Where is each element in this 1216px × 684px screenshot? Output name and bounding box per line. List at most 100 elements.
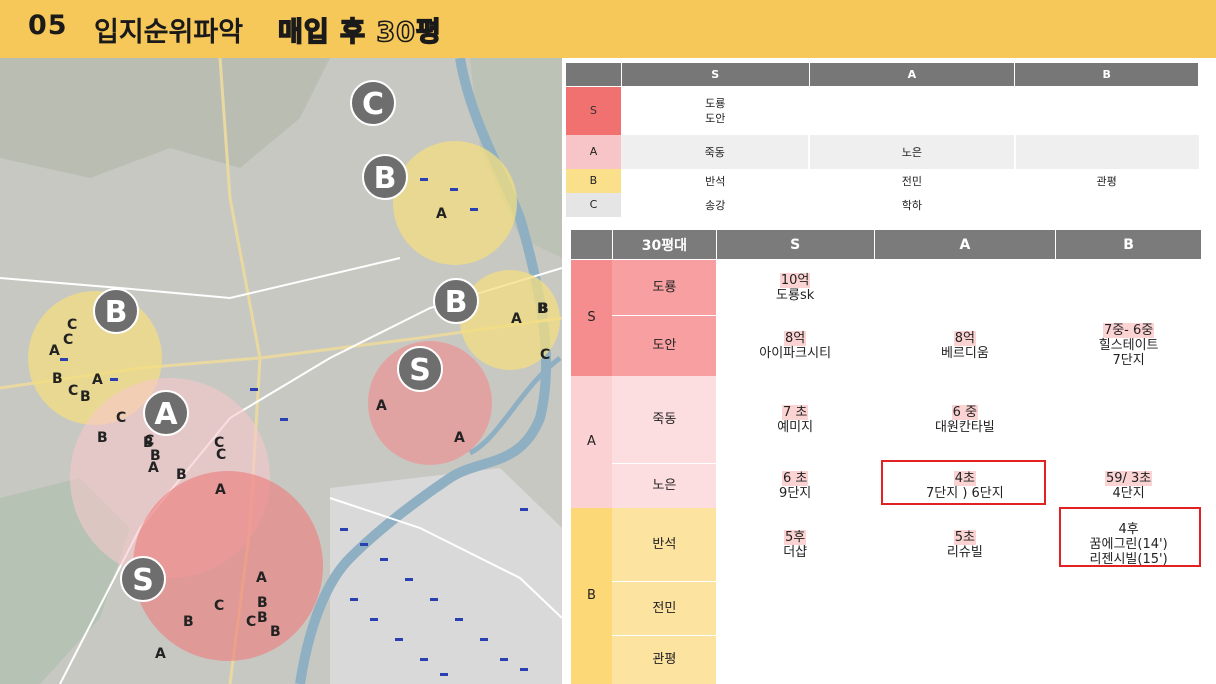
grade-table-cell: 전민 — [901, 174, 923, 188]
page-subtitle: 매입 후 30평 — [277, 16, 442, 49]
grade-table-header-cell: S — [620, 62, 810, 87]
map-pin: A — [49, 343, 60, 359]
map-pin: A — [92, 372, 103, 388]
grade-table-header: S A B — [565, 62, 1199, 87]
price-cell: 8억 아이파크시티 — [716, 316, 874, 376]
map-pin: C — [67, 317, 78, 333]
map-pin: C — [116, 410, 127, 426]
grade-table: S A B S 도룡 도안 A 죽동 노은 B 반석 전민 관평 C 송강 학하 — [565, 62, 1199, 217]
highlight-box — [1059, 507, 1201, 567]
price-cell — [874, 636, 1056, 684]
price-row: 도안 8억 아이파크시티 8억 베르디움 7중- 6중 힐스테이트 7단지 — [571, 315, 1202, 376]
complex-name: 9단지 — [779, 485, 812, 501]
grade-table-header-cell — [565, 62, 622, 87]
grade-table-header-cell: A — [808, 62, 1016, 87]
map-pin: A — [436, 206, 447, 222]
price-cell: 59/ 3초 4단지 — [1056, 464, 1202, 508]
zone-label-b: B — [93, 288, 139, 334]
price-table-header-cell: 30평대 — [611, 229, 717, 260]
price-cell — [716, 636, 874, 684]
grade-table-cell: 죽동 — [621, 134, 811, 169]
price-cell — [1056, 582, 1202, 636]
map-pin: C — [216, 447, 227, 463]
complex-name: 리슈빌 — [946, 544, 983, 560]
map-pin: A — [511, 311, 522, 327]
highlight-box — [881, 460, 1046, 505]
price-cell — [1056, 636, 1202, 684]
complex-name: 더샵 — [783, 544, 808, 560]
grade-group-cell: B — [570, 507, 613, 684]
map-pin: B — [52, 371, 63, 387]
area-cell: 반석 — [612, 507, 717, 582]
complex-name: 7단지 — [1112, 353, 1145, 368]
grade-group-cell: A — [570, 375, 613, 508]
grade-table-cell: 관평 — [1096, 174, 1117, 188]
grade-group-cell: S — [570, 259, 613, 376]
price-cell: 6 초 9단지 — [716, 464, 874, 508]
zone-label-a: A — [143, 390, 189, 436]
price-row: A 죽동 7 초 예미지 6 중 대원칸타빌 — [570, 375, 1202, 508]
map-pin: A — [454, 430, 465, 446]
price-row: S 도룡 10억 도룡sk — [570, 259, 1202, 376]
price-cell: 8억 베르디움 — [874, 316, 1056, 376]
map-pin: A — [256, 570, 267, 586]
grade-table-cell: 송강 — [705, 198, 726, 212]
grade-table-cell — [1015, 87, 1199, 135]
area-name: 도안 — [705, 111, 726, 125]
map-pin: B — [270, 624, 281, 640]
price-table-header-cell: A — [873, 229, 1057, 260]
map-pin: B — [257, 610, 268, 626]
page-title: 입지순위파악 — [94, 17, 244, 48]
map-pin: A — [215, 482, 226, 498]
map-pin: A — [376, 398, 387, 414]
area-name: 도룡 — [705, 96, 726, 110]
price-value: 8억 — [784, 330, 807, 346]
grade-cell: A — [565, 134, 622, 169]
price-value: 6 초 — [781, 470, 809, 486]
price-table-header: 30평대 S A B — [570, 229, 1202, 260]
price-cell: 10억 도룡sk — [716, 260, 874, 316]
map-pin: C — [68, 383, 79, 399]
price-table-header-cell: S — [715, 229, 875, 260]
price-row: 관평 — [571, 635, 1202, 684]
map-pin: C — [63, 332, 74, 348]
price-value: 59/ 3초 — [1104, 470, 1153, 486]
price-table-header-cell — [570, 229, 613, 260]
grade-table-cell — [1014, 134, 1199, 169]
map-pin: A — [155, 646, 166, 662]
grade-row-b: B 반석 전민 관평 — [565, 168, 1199, 193]
price-row: 전민 — [571, 581, 1202, 636]
price-cell: 7중- 6중 힐스테이트 7단지 — [1056, 316, 1202, 376]
section-number: 05 — [28, 10, 68, 41]
grade-table-cell: 노은 — [809, 134, 1016, 169]
price-table: 30평대 S A B S 도룡 10억 도룡sk 도안 8억 아이파크시티 8억… — [570, 229, 1202, 684]
grade-table-header-cell: B — [1014, 62, 1199, 87]
area-cell: 관평 — [612, 635, 717, 684]
area-cell: 도안 — [612, 315, 717, 376]
location-map: C B B B S A S A A B C C C A B A C B C B … — [0, 58, 562, 684]
map-pin: B — [97, 430, 108, 446]
price-cell: 5초 리슈빌 — [874, 508, 1056, 582]
price-value: 7중- 6중 — [1102, 323, 1155, 338]
map-pin: B — [80, 389, 91, 405]
price-value: 10억 — [779, 272, 811, 288]
complex-name: 힐스테이트 — [1098, 338, 1159, 353]
complex-name: 예미지 — [777, 419, 814, 435]
price-cell — [874, 260, 1056, 316]
header-band: 05 입지순위파악 매입 후 30평 — [0, 0, 1216, 58]
grade-table-cell: 반석 — [705, 174, 726, 188]
map-pin: B — [537, 301, 548, 317]
complex-name: 도룡sk — [776, 287, 815, 303]
grade-row-c: C 송강 학하 — [565, 192, 1199, 217]
complex-name: 4단지 — [1112, 485, 1145, 501]
price-cell — [716, 582, 874, 636]
complex-name: 베르디움 — [940, 345, 989, 361]
map-pin: B — [176, 467, 187, 483]
grade-table-cell: 학하 — [901, 198, 923, 212]
grade-table-cell — [1015, 193, 1199, 217]
price-cell — [1056, 260, 1202, 316]
map-pin: C — [214, 598, 225, 614]
price-cell: 7 초 예미지 — [716, 376, 874, 464]
grade-cell: B — [565, 168, 622, 193]
area-cell: 전민 — [612, 581, 717, 636]
